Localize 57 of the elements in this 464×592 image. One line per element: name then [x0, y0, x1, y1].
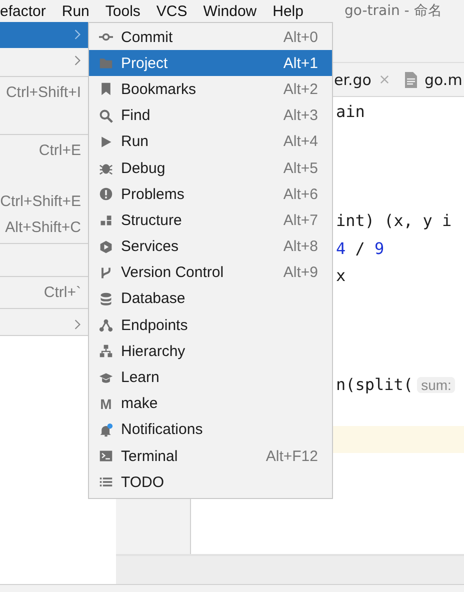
exclamation-icon: [99, 187, 113, 202]
menu-item[interactable]: Ctrl+E: [0, 138, 88, 164]
menu-item[interactable]: Run Alt+4: [89, 128, 332, 155]
menu-item[interactable]: Ctrl+`: [0, 280, 88, 305]
menu-item[interactable]: Endpoints: [89, 312, 332, 338]
menu-item[interactable]: Window: [203, 2, 257, 20]
search-icon: [99, 108, 113, 123]
menu-item[interactable]: VCS: [156, 2, 188, 20]
menu-item[interactable]: Project Alt+1: [89, 50, 332, 76]
play-icon: [99, 134, 113, 149]
bookmark-icon: [99, 82, 113, 96]
menu-item[interactable]: Structure Alt+7: [89, 207, 332, 234]
code-line: ain: [336, 102, 365, 122]
branch-icon: [99, 266, 113, 280]
menu-item[interactable]: Help: [272, 2, 304, 20]
terminal-icon: [99, 449, 113, 464]
database-icon: [99, 292, 113, 306]
file-icon: [404, 72, 416, 88]
window-title: go-train - 命名: [344, 2, 442, 20]
editor-tab[interactable]: er.go: [334, 70, 388, 88]
menu-item[interactable]: Terminal Alt+F12: [89, 443, 332, 470]
hexagon-play-icon: [99, 240, 113, 254]
blocks-icon: [99, 213, 113, 228]
nodes-icon: [99, 318, 113, 332]
parameter-hint: sum:: [417, 376, 456, 393]
menu-item[interactable]: Version Control Alt+9: [89, 260, 332, 286]
hierarchy-icon: [99, 344, 113, 358]
menu-item[interactable]: Find Alt+3: [89, 102, 332, 129]
menu-item[interactable]: TODO: [89, 469, 332, 496]
menu-item[interactable]: Alt+Shift+C: [0, 214, 88, 240]
menu-item[interactable]: Debug Alt+5: [89, 154, 332, 182]
menu-item[interactable]: Ctrl+Shift+I: [0, 80, 88, 106]
bug-icon: [99, 161, 113, 176]
menu-item[interactable]: Ctrl+Shift+E: [0, 189, 88, 214]
list-icon: [99, 475, 113, 490]
m-icon: M: [100, 396, 112, 411]
menu-item[interactable]: efactor: [0, 2, 46, 20]
menu-item[interactable]: M make: [89, 390, 332, 417]
menu-item[interactable]: Bookmarks Alt+2: [89, 76, 332, 103]
menu-item[interactable]: Database: [89, 286, 332, 312]
bell-icon: [99, 422, 113, 437]
menu-item[interactable]: Tools: [105, 2, 140, 20]
cap-icon: [99, 370, 113, 385]
editor-tab[interactable]: go.m: [404, 70, 462, 88]
code-line: n(split(: [336, 375, 414, 394]
menu-item[interactable]: Run: [62, 2, 90, 20]
code-line: int) (x, y i: [336, 211, 452, 230]
code-line: x: [336, 266, 346, 285]
menu-item[interactable]: Commit Alt+0: [89, 24, 332, 50]
code-line: 4 / 9: [336, 238, 384, 258]
close-icon[interactable]: [380, 75, 388, 84]
menu-item[interactable]: Problems Alt+6: [89, 181, 332, 208]
menu-item[interactable]: Learn: [89, 364, 332, 391]
folder-icon: [99, 56, 113, 70]
menu-item[interactable]: Hierarchy: [89, 338, 332, 364]
menu-item[interactable]: Services Alt+8: [89, 234, 332, 260]
menu-item[interactable]: Notifications: [89, 416, 332, 443]
